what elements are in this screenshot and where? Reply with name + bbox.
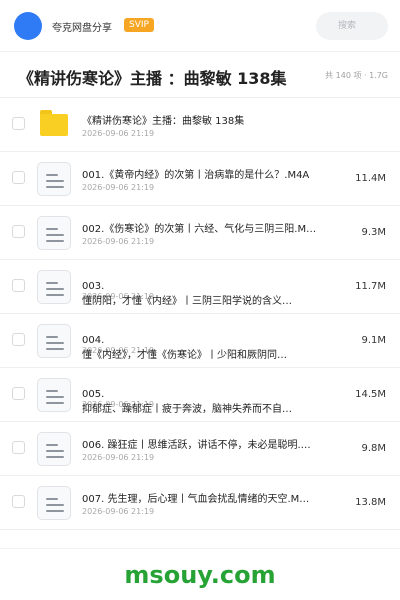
file-summary: 共 140 项 · 1.7G: [325, 71, 388, 80]
svip-badge: SVIP: [124, 18, 154, 32]
audio-file-icon: [37, 486, 71, 520]
file-name: 007. 先生理，后心理丨气血会扰乱情绪的天空.M…: [82, 494, 310, 505]
file-date: 2026-09-06 21:19: [82, 507, 155, 516]
file-name: 《精讲伤寒论》主播：曲黎敏 138集: [82, 116, 245, 127]
audio-file-icon: [37, 432, 71, 466]
search-input[interactable]: 搜索: [316, 12, 388, 40]
file-name: 005. 抑郁症、躁郁症丨疲于奔波，脑神失养而不自…: [82, 387, 340, 417]
list-item[interactable]: 007. 先生理，后心理丨气血会扰乱情绪的天空.M… 2026-09-06 21…: [0, 476, 400, 530]
select-checkbox[interactable]: [12, 171, 25, 184]
select-checkbox[interactable]: [12, 117, 25, 130]
file-name-line1: 005.: [82, 389, 105, 400]
file-size: 11.4M: [355, 173, 386, 184]
file-name: 006. 躁狂症丨思维活跃，讲话不停，未必是聪明.…: [82, 440, 311, 451]
file-date: 2026-09-06 21:19: [82, 453, 155, 462]
file-size: 11.7M: [355, 281, 386, 292]
file-date: 2026-09-06 21:19: [82, 129, 155, 138]
list-item[interactable]: 2026-09-06 21:19 003. 懂阴阳，才懂《内经》丨三阴三阳学说的含…: [0, 260, 400, 314]
top-bar: 夸克网盘分享 SVIP 搜索: [0, 0, 400, 52]
file-name-line2: 抑郁症、躁郁症丨疲于奔波，脑神失养而不自…: [82, 404, 292, 415]
file-date: 2026-09-06 21:19: [82, 183, 155, 192]
list-item[interactable]: 2026-09-06 21:19 005. 抑郁症、躁郁症丨疲于奔波，脑神失养而不…: [0, 368, 400, 422]
watermark: msouy.com: [124, 561, 276, 589]
file-name: 004. 懂《内经》，才懂《伤寒论》丨少阳和厥阴同…: [82, 333, 340, 363]
footer: msouy.com: [0, 548, 400, 600]
file-size: 9.8M: [361, 443, 386, 454]
audio-file-icon: [37, 378, 71, 412]
avatar[interactable]: [14, 12, 42, 40]
file-size: 9.1M: [361, 335, 386, 346]
file-name-line2: 懂《内经》，才懂《伤寒论》丨少阳和厥阴同…: [82, 350, 287, 361]
list-item[interactable]: 2026-09-06 21:19 004. 懂《内经》，才懂《伤寒论》丨少阳和厥阴…: [0, 314, 400, 368]
file-name-line2: 懂阴阳，才懂《内经》丨三阴三阳学说的含义…: [82, 296, 292, 307]
file-name: 002.《伤寒论》的次第丨六经、气化与三阴三阳.M…: [82, 224, 317, 235]
file-size: 9.3M: [361, 227, 386, 238]
file-list: 《精讲伤寒论》主播：曲黎敏 138集 2026-09-06 21:19 001.…: [0, 98, 400, 530]
select-checkbox[interactable]: [12, 225, 25, 238]
list-item[interactable]: 006. 躁狂症丨思维活跃，讲话不停，未必是聪明.… 2026-09-06 21…: [0, 422, 400, 476]
list-item[interactable]: 《精讲伤寒论》主播：曲黎敏 138集 2026-09-06 21:19: [0, 98, 400, 152]
audio-file-icon: [37, 216, 71, 250]
file-name: 001.《黄帝内经》的次第丨治病靠的是什么？.M4A: [82, 170, 310, 181]
file-size: 14.5M: [355, 389, 386, 400]
title-row: 《精讲伤寒论》主播 ：曲黎敏 138集 共 140 项 · 1.7G: [0, 52, 400, 98]
select-checkbox[interactable]: [12, 495, 25, 508]
audio-file-icon: [37, 162, 71, 196]
select-checkbox[interactable]: [12, 441, 25, 454]
list-item[interactable]: 001.《黄帝内经》的次第丨治病靠的是什么？.M4A 2026-09-06 21…: [0, 152, 400, 206]
select-checkbox[interactable]: [12, 333, 25, 346]
folder-icon: [37, 108, 71, 142]
page-title: 《精讲伤寒论》主播 ：曲黎敏 138集: [18, 69, 287, 88]
audio-file-icon: [37, 324, 71, 358]
file-size: 13.8M: [355, 497, 386, 508]
audio-file-icon: [37, 270, 71, 304]
username: 夸克网盘分享: [52, 23, 112, 34]
select-checkbox[interactable]: [12, 387, 25, 400]
file-name: 003. 懂阴阳，才懂《内经》丨三阴三阳学说的含义…: [82, 279, 340, 309]
file-date: 2026-09-06 21:19: [82, 237, 155, 246]
select-checkbox[interactable]: [12, 279, 25, 292]
file-name-line1: 004.: [82, 335, 105, 346]
file-name-line1: 003.: [82, 281, 105, 292]
list-item[interactable]: 002.《伤寒论》的次第丨六经、气化与三阴三阳.M… 2026-09-06 21…: [0, 206, 400, 260]
